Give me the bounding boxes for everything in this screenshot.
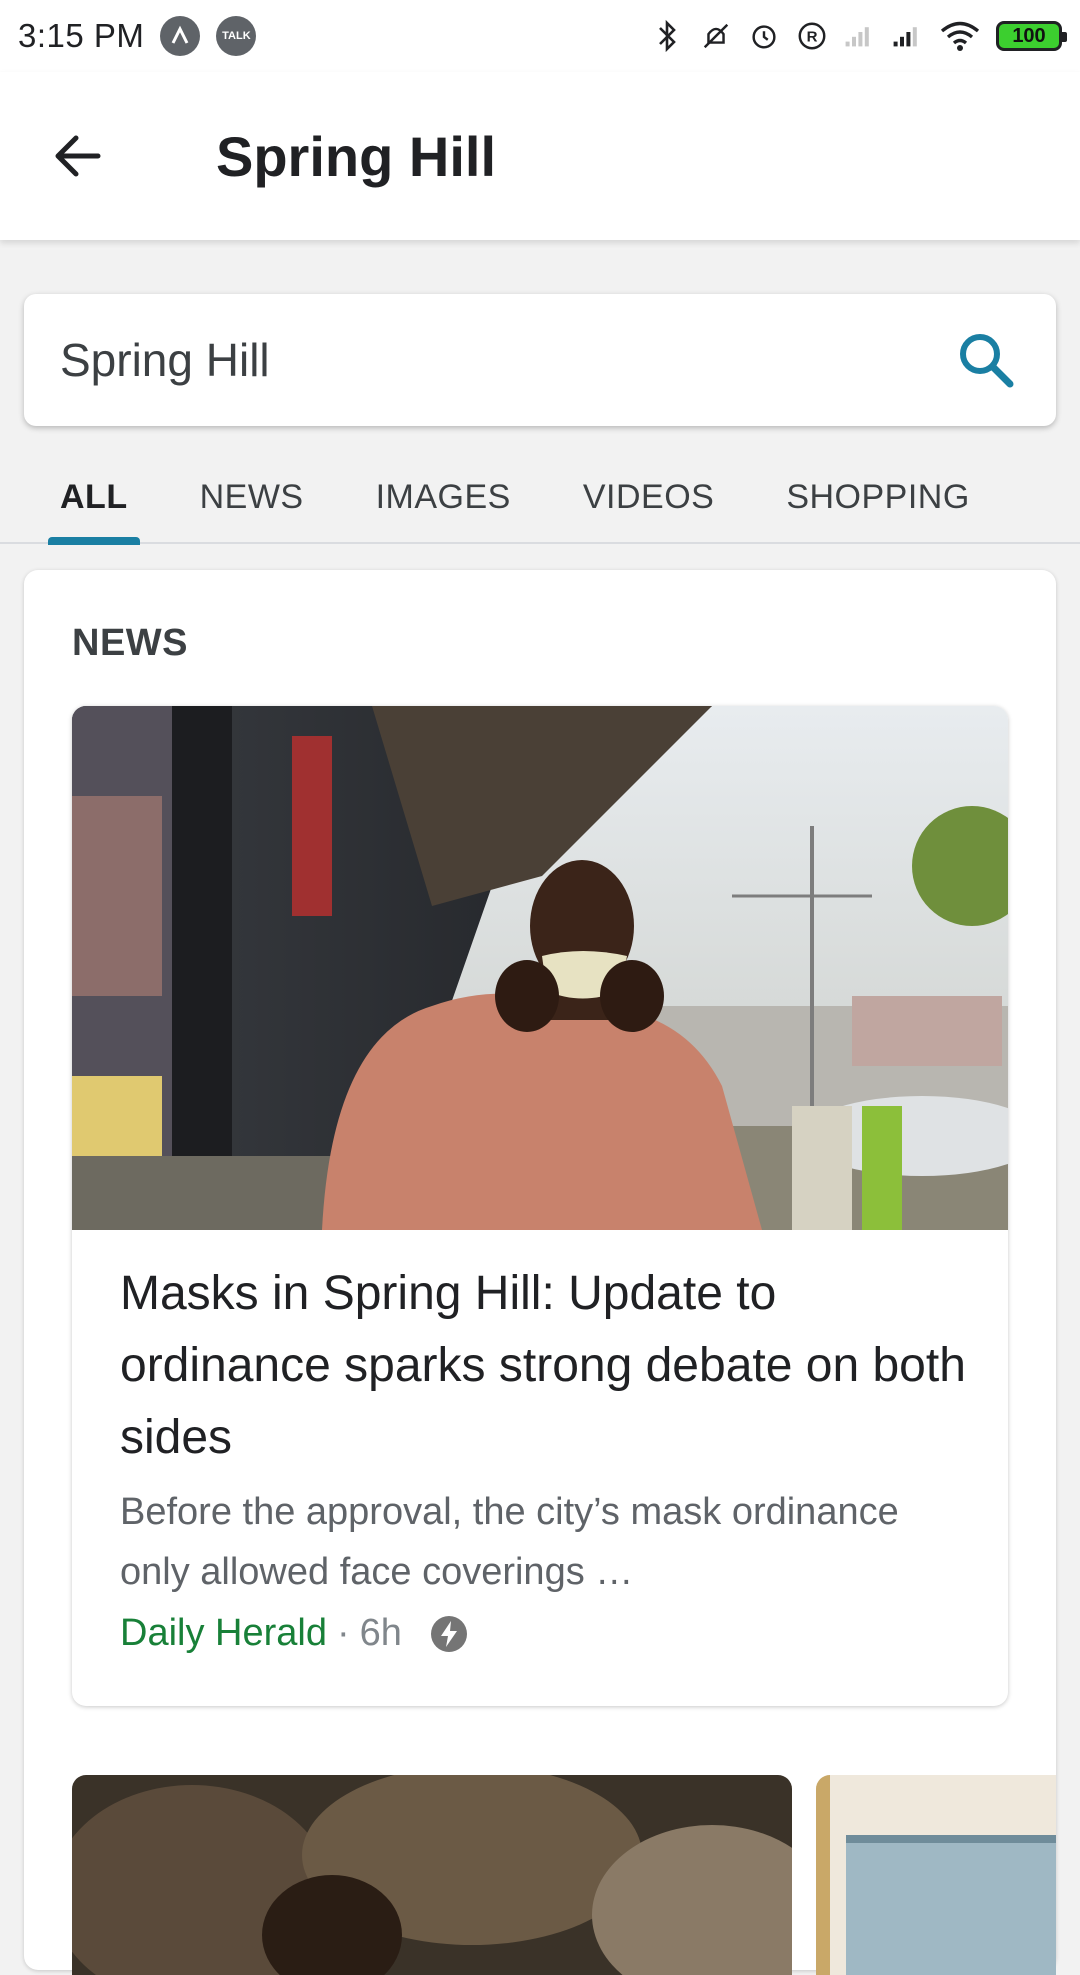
article-source[interactable]: Daily Herald [120, 1612, 327, 1655]
article-image[interactable] [72, 706, 1008, 1230]
news-article[interactable]: Masks in Spring Hill: Update to ordinanc… [72, 706, 1008, 1706]
tab-label: IMAGES [375, 477, 511, 516]
search-bar[interactable]: Spring Hill [24, 294, 1056, 426]
tab-videos[interactable]: VIDEOS [583, 451, 714, 543]
tab-label: VIDEOS [582, 477, 715, 516]
active-tab-indicator [48, 537, 140, 545]
meta-separator: · [336, 1612, 350, 1654]
battery-icon: 100 [996, 21, 1067, 51]
article-meta: Daily Herald · 6h [120, 1612, 468, 1655]
news-card: NEWS Masks in Spring Hill: Update to ord… [24, 570, 1056, 1975]
news-thumbnail[interactable] [72, 1775, 792, 1975]
back-arrow-icon [55, 135, 101, 177]
registered-icon: R [796, 18, 828, 54]
app-notification-icon [160, 16, 201, 56]
svg-text:R: R [807, 29, 818, 46]
back-button[interactable] [28, 106, 128, 206]
signal-icon [892, 18, 924, 54]
status-bar: 3:15 PM TALK R 100 [0, 0, 1080, 72]
amp-lightning-icon [430, 1615, 467, 1652]
app-bar: Spring Hill [0, 72, 1080, 240]
tab-news[interactable]: NEWS [200, 451, 304, 543]
more-news-carousel [72, 1775, 1080, 1975]
mute-icon [700, 18, 732, 54]
wifi-icon [940, 18, 980, 54]
signal-empty-icon [844, 18, 876, 54]
article-title[interactable]: Masks in Spring Hill: Update to ordinanc… [120, 1258, 970, 1474]
talk-notification-icon: TALK [216, 16, 257, 56]
news-thumbnail[interactable] [816, 1775, 1056, 1975]
tab-label: NEWS [199, 477, 304, 516]
tab-all[interactable]: ALL [48, 451, 140, 545]
news-section-heading: NEWS [72, 622, 188, 664]
article-snippet: Before the approval, the city’s mask ord… [120, 1491, 899, 1593]
page-title: Spring Hill [216, 124, 496, 188]
article-age: 6h [359, 1612, 402, 1654]
search-tabs: ALL NEWS IMAGES VIDEOS SHOPPING [0, 451, 1080, 545]
tab-shopping[interactable]: SHOPPING [786, 451, 969, 543]
alarm-icon [748, 18, 780, 54]
bluetooth-icon [652, 18, 684, 54]
status-icons: R 100 [652, 18, 1067, 54]
tab-label: ALL [60, 477, 128, 516]
tab-label: SHOPPING [786, 477, 970, 516]
tab-images[interactable]: IMAGES [376, 451, 511, 543]
search-icon[interactable] [952, 326, 1020, 394]
search-input[interactable]: Spring Hill [60, 333, 952, 387]
status-time: 3:15 PM [18, 17, 145, 54]
